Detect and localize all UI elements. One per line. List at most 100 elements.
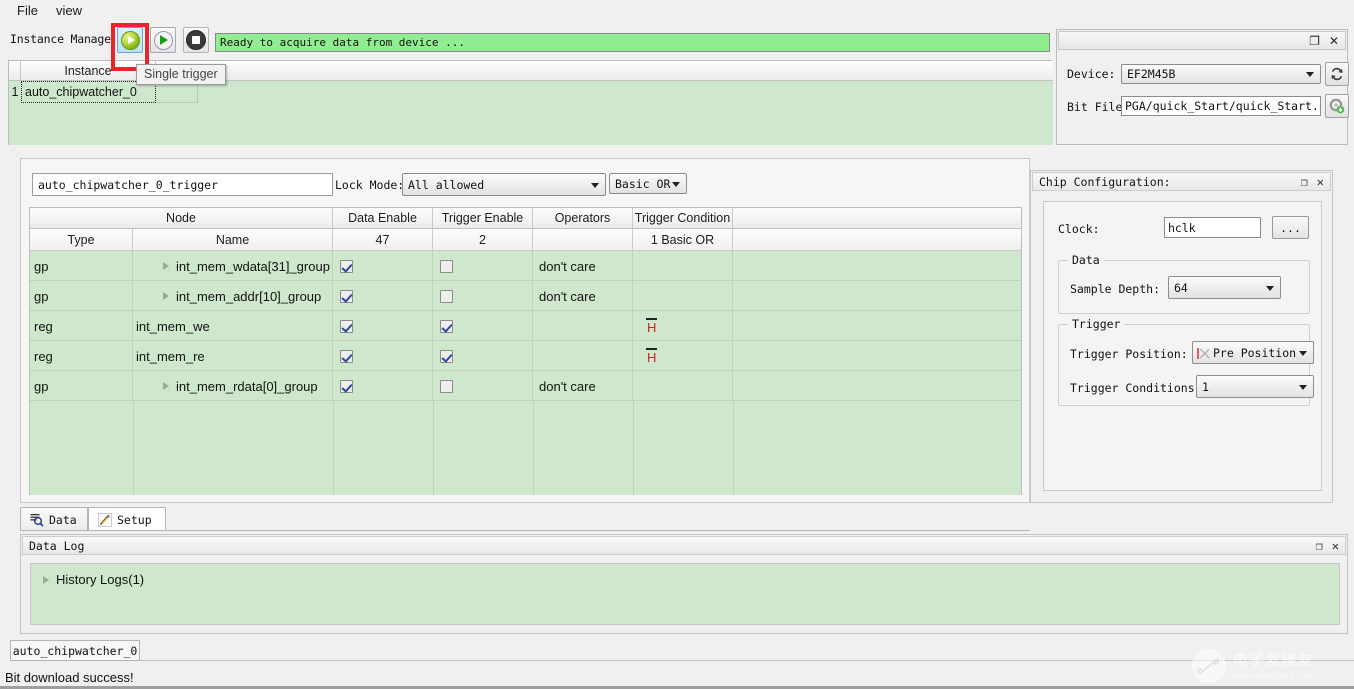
cell-condition[interactable] [633,251,733,281]
cell-name[interactable]: int_mem_re [133,341,333,371]
sample-depth-label: Sample Depth: [1070,282,1160,296]
cell-operator[interactable] [533,341,633,371]
data-enable-checkbox[interactable] [340,380,353,393]
column-header-node[interactable]: Node [30,208,333,228]
clock-input[interactable]: hclk [1164,217,1261,238]
watermark-logo-icon [1192,649,1226,683]
cell-trigger-enable[interactable] [433,281,533,311]
expand-arrow-icon[interactable] [43,576,49,584]
cell-operator[interactable]: don't care [533,371,633,401]
cell-data-enable[interactable] [333,251,433,281]
trigger-position-select[interactable]: Pre Position [1192,341,1314,364]
close-icon[interactable]: ✕ [1317,176,1324,188]
cell-condition[interactable] [633,281,733,311]
cell-type: gp [30,371,133,401]
clock-browse-button[interactable]: ... [1272,216,1309,239]
cell-condition[interactable]: H [633,341,733,371]
close-icon[interactable]: ✕ [1332,540,1339,552]
data-enable-checkbox[interactable] [340,320,353,333]
cell-filler [733,251,1021,281]
cell-data-enable[interactable] [333,281,433,311]
cell-name[interactable]: int_mem_rdata[0]_group [133,371,333,401]
restore-window-icon[interactable]: ❐ [1309,35,1320,47]
cell-operator[interactable]: don't care [533,251,633,281]
table-row[interactable]: gp int_mem_addr[10]_group don't care [30,281,1021,311]
tab-underline [20,530,1030,531]
download-bitfile-button[interactable] [1325,94,1349,118]
history-logs-label: History Logs(1) [56,572,144,587]
restore-window-icon[interactable]: ❐ [1316,540,1323,552]
expand-arrow-icon[interactable] [163,262,169,270]
run-trigger-button[interactable] [150,27,176,53]
data-enable-checkbox[interactable] [340,350,353,363]
cell-condition[interactable] [633,371,733,401]
refresh-icon [1329,66,1345,82]
data-enable-checkbox[interactable] [340,260,353,273]
cell-trigger-enable[interactable] [433,371,533,401]
play-ring-icon [154,31,173,50]
table-row[interactable]: gp int_mem_rdata[0]_group don't care [30,371,1021,401]
cell-name[interactable]: int_mem_addr[10]_group [133,281,333,311]
trigger-conditions-select[interactable]: 1 [1196,375,1314,398]
data-log-body: History Logs(1) [30,563,1340,625]
cell-data-enable[interactable] [333,341,433,371]
play-ball-icon [121,31,140,50]
cell-trigger-enable[interactable] [433,251,533,281]
cell-data-enable[interactable] [333,371,433,401]
chevron-down-icon [1299,385,1307,390]
bottom-instance-tab[interactable]: auto_chipwatcher_0 [10,640,140,661]
cell-data-enable[interactable] [333,311,433,341]
expand-arrow-icon[interactable] [163,382,169,390]
history-logs-item[interactable]: History Logs(1) [43,572,144,587]
close-icon[interactable]: ✕ [1329,35,1339,47]
bitfile-value: PGA/quick_Start/quick_Start.bit [1125,99,1321,113]
column-header-data-enable[interactable]: Data Enable [333,208,433,228]
sample-depth-select[interactable]: 64 [1168,276,1281,299]
basic-or-value: Basic OR [615,177,670,191]
chevron-down-icon [1299,351,1307,356]
column-header-trigger-enable[interactable]: Trigger Enable [433,208,533,228]
column-header-trigger-condition[interactable]: Trigger Condition [633,208,733,228]
trigger-name-input[interactable]: auto_chipwatcher_0_trigger [32,173,333,196]
table-subheader-row: Type Name 47 2 1 Basic OR [30,229,1021,251]
cell-trigger-enable[interactable] [433,341,533,371]
data-enable-checkbox[interactable] [340,290,353,303]
trigger-name-value: auto_chipwatcher_0_trigger [38,178,218,192]
menu-item-view[interactable]: view [47,2,91,19]
device-select[interactable]: EF2M45B [1121,64,1321,84]
trigger-enable-checkbox[interactable] [440,380,453,393]
cell-operator[interactable]: don't care [533,281,633,311]
instance-table-body: 1 auto_chipwatcher_0 [9,81,1053,145]
stop-button[interactable] [183,27,209,53]
bitfile-input[interactable]: PGA/quick_Start/quick_Start.bit [1121,96,1321,116]
single-trigger-button[interactable] [117,27,143,53]
cell-operator[interactable] [533,311,633,341]
expand-arrow-icon[interactable] [163,292,169,300]
cell-trigger-enable[interactable] [433,311,533,341]
trigger-enable-checkbox[interactable] [440,320,453,333]
trigger-position-label: Trigger Position: [1070,347,1188,361]
lock-mode-label: Lock Mode: [335,178,404,192]
column-header-operators[interactable]: Operators [533,208,633,228]
cell-type: reg [30,311,133,341]
cell-name[interactable]: int_mem_wdata[31]_group [133,251,333,281]
tab-data[interactable]: Data [20,507,88,531]
table-row[interactable]: reg int_mem_re H [30,341,1021,371]
table-row[interactable]: gp int_mem_wdata[31]_group don't care [30,251,1021,281]
clock-label: Clock: [1058,222,1100,236]
trigger-enable-checkbox[interactable] [440,350,453,363]
tab-setup[interactable]: Setup [88,507,166,531]
refresh-device-button[interactable] [1325,62,1349,86]
cell-condition[interactable]: H [633,311,733,341]
table-row[interactable]: reg int_mem_we H [30,311,1021,341]
trigger-enable-checkbox[interactable] [440,260,453,273]
basic-or-select[interactable]: Basic OR [609,173,687,194]
trigger-enable-checkbox[interactable] [440,290,453,303]
watermark: 电子发烧友 www.elecfans.com [1192,648,1342,684]
lock-mode-select[interactable]: All allowed [402,173,606,196]
cell-name-text: int_mem_re [136,349,205,364]
menu-item-file[interactable]: File [8,2,47,19]
restore-window-icon[interactable]: ❐ [1301,176,1308,188]
cell-name[interactable]: int_mem_we [133,311,333,341]
chip-configuration-title: Chip Configuration: [1039,175,1171,189]
